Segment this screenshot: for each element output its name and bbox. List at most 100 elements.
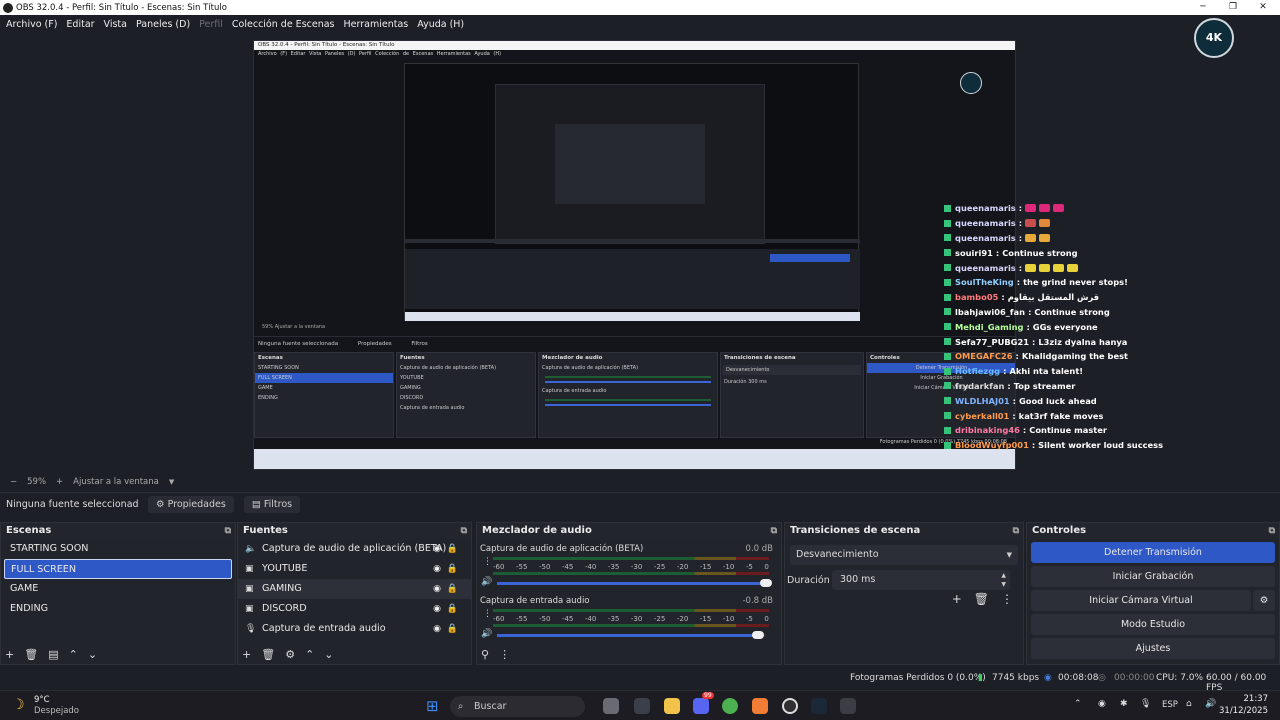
visibility-eye-icon[interactable]: ◉ [433,599,441,619]
chrome-icon[interactable] [722,698,738,714]
obs-taskbar-icon[interactable] [782,698,798,714]
channel-menu-icon[interactable]: ⋮ [483,557,492,567]
file-explorer-icon[interactable] [664,698,680,714]
zoom-out-button[interactable]: − [10,477,17,487]
source-item[interactable]: ▣ DISCORD ◉ 🔒 [238,599,471,619]
volume-knob[interactable] [751,631,764,639]
virtual-camera-settings-button[interactable]: ⚙ [1253,590,1275,611]
zoom-dropdown-caret[interactable]: ▼ [169,478,174,486]
stop-streaming-button[interactable]: Detener Transmisión [1031,542,1275,563]
zoom-in-button[interactable]: + [56,477,63,487]
scene-item[interactable]: STARTING SOON [4,539,232,559]
properties-button[interactable]: ⚙ Propiedades [148,496,234,513]
volume-icon[interactable]: 🔊 [1205,699,1216,709]
scenes-dock: Escenas ⧉ STARTING SOON FULL SCREEN GAME END… [0,522,236,665]
chevron-up-icon[interactable]: ⌃ [1074,699,1082,709]
channel-menu-icon[interactable]: ⋮ [483,609,492,619]
speaker-icon[interactable]: 🔊 [481,577,492,587]
menu-editar[interactable]: Editar [66,19,94,30]
visibility-eye-icon[interactable]: ◉ [433,619,441,639]
source-properties-button[interactable]: ⚙ [285,648,295,661]
remove-transition-button[interactable]: 🗑 [974,592,989,606]
source-item[interactable]: ▣ YOUTUBE ◉ 🔒 [238,559,471,579]
scene-item[interactable]: ENDING [4,599,232,619]
source-item[interactable]: ▣ GAMING ◉ 🔒 [238,579,471,599]
chat-text: Silent worker loud success [1038,440,1164,451]
scene-filters-button[interactable]: ▤ [48,648,58,661]
move-down-button[interactable]: ⌄ [324,648,333,661]
settings-button[interactable]: Ajustes [1031,638,1275,659]
filters-button[interactable]: ▤ Filtros [243,496,301,513]
undock-icon[interactable]: ⧉ [771,523,777,539]
menu-archivo[interactable]: Archivo (F) [6,19,57,30]
clock-time[interactable]: 21:37 [1230,694,1269,704]
volume-slider[interactable] [497,579,772,587]
menu-paneles[interactable]: Paneles (D) [136,19,190,30]
menu-vista[interactable]: Vista [104,19,127,30]
studio-mode-button[interactable]: Modo Estudio [1031,614,1275,635]
menu-perfil[interactable]: Perfil [199,19,223,30]
scene-item[interactable]: FULL SCREEN [4,559,232,579]
remove-scene-button[interactable]: 🗑 [24,648,38,661]
speaker-icon[interactable]: 🔊 [481,629,492,639]
add-source-button[interactable]: + [242,648,251,661]
scene-item[interactable]: GAME [4,579,232,599]
windows-start-icon[interactable]: ⊞ [426,697,439,715]
steam-icon[interactable] [811,698,827,714]
undock-icon[interactable]: ⧉ [1013,523,1019,539]
nested-zoom: 59% Ajustar a la ventana [262,324,326,330]
bluetooth-icon[interactable]: ✱ [1120,699,1128,709]
move-up-button[interactable]: ⌃ [305,648,314,661]
network-icon[interactable]: ⌂ [1186,699,1192,709]
advanced-audio-button[interactable]: ⚲ [481,648,489,661]
lock-icon[interactable]: 🔒 [447,619,458,639]
undock-icon[interactable]: ⧉ [461,523,467,539]
lock-icon[interactable]: 🔒 [447,539,458,559]
lock-icon[interactable]: 🔒 [447,599,458,619]
volume-slider[interactable] [497,631,767,639]
mixer-menu-button[interactable]: ⋮ [499,648,510,661]
source-item[interactable]: 🔈 Captura de audio de aplicación (BETA) ◉ 🔒 [238,539,471,559]
undock-icon[interactable]: ⧉ [1269,523,1275,539]
volume-knob[interactable] [760,579,772,587]
microphone-icon[interactable]: 🎙 [1140,699,1151,709]
taskbar-search[interactable]: ⌕ Buscar [450,696,585,717]
undock-icon[interactable]: ⧉ [225,523,231,539]
obs-tray-icon[interactable]: ◉ [1098,699,1106,709]
duration-input[interactable]: 300 ms ▲ ▼ [832,570,1010,590]
transition-select[interactable]: Desvanecimiento ▼ [790,545,1018,565]
discord-icon[interactable]: 99 [693,692,714,714]
fit-to-window-button[interactable]: Ajustar a la ventana [73,477,159,487]
chat-emote [1025,263,1037,272]
terminal-icon[interactable] [634,698,650,714]
close-button[interactable]: ✕ [1248,0,1278,15]
chat-badge-icon [944,219,951,227]
visibility-eye-icon[interactable]: ◉ [433,559,441,579]
microphone-app-icon[interactable] [752,698,768,714]
menu-coleccion-escenas[interactable]: Colección de Escenas [232,19,335,30]
clock-date[interactable]: 31/12/2025 [1216,706,1268,716]
remove-source-button[interactable]: 🗑 [261,648,275,661]
add-transition-button[interactable]: + [952,592,962,606]
filter-icon: ▤ [251,499,261,510]
menu-ayuda[interactable]: Ayuda (H) [417,19,464,30]
lock-icon[interactable]: 🔒 [447,559,458,579]
maximize-button[interactable]: ❐ [1218,0,1248,15]
start-recording-button[interactable]: Iniciar Grabación [1031,566,1275,587]
language-indicator[interactable]: ESP [1162,700,1178,710]
start-virtual-camera-button[interactable]: Iniciar Cámara Virtual [1031,590,1251,611]
spinner-icon[interactable]: ▲ ▼ [1001,571,1006,589]
move-down-button[interactable]: ⌄ [88,648,97,661]
source-item[interactable]: 🎙 Captura de entrada audio ◉ 🔒 [238,619,471,639]
menu-herramientas[interactable]: Herramientas [344,19,409,30]
add-scene-button[interactable]: + [5,648,14,661]
transition-menu-button[interactable]: ⋮ [1001,592,1013,606]
task-view-icon[interactable] [603,698,619,714]
visibility-eye-icon[interactable]: ◉ [433,539,441,559]
minimize-button[interactable]: ─ [1188,0,1218,15]
lock-icon[interactable]: 🔒 [447,579,458,599]
app-icon[interactable] [840,698,856,714]
visibility-eye-icon[interactable]: ◉ [433,579,441,599]
move-up-button[interactable]: ⌃ [69,648,78,661]
transitions-dock: Transiciones de escena ⧉ Desvanecimiento ▼… [784,522,1024,665]
